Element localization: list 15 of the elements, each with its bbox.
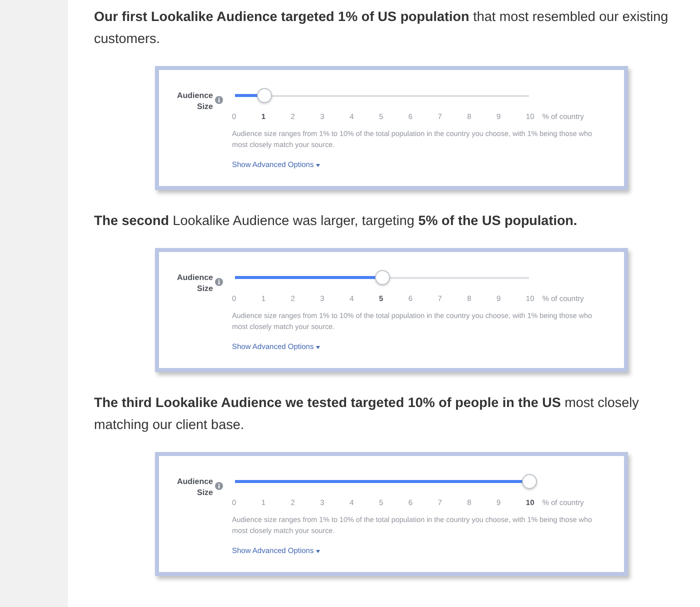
info-icon[interactable]: [215, 278, 223, 286]
paragraph: The second Lookalike Audience was larger, targeting 5% of the US population.: [94, 212, 578, 230]
caret-icon: [316, 346, 320, 348]
slider-thumb[interactable]: [257, 88, 272, 103]
info-icon[interactable]: [215, 482, 223, 490]
field-label: Audience Size: [176, 476, 213, 498]
caret-icon: [316, 164, 320, 166]
caret-icon: [316, 550, 320, 552]
field-label: Audience Size: [176, 272, 213, 294]
slider-thumb[interactable]: [375, 270, 390, 285]
paragraph: Our first Lookalike Audience targeted 1% of US population that most resembled our existing customers.: [94, 8, 670, 48]
field-label: Audience Size: [176, 90, 213, 112]
info-icon[interactable]: [215, 96, 223, 104]
slider-thumb[interactable]: [522, 474, 537, 489]
paragraph: The third Lookalike Audience we tested targeted 10% of people in the US most closely matching our client base.: [94, 394, 640, 434]
